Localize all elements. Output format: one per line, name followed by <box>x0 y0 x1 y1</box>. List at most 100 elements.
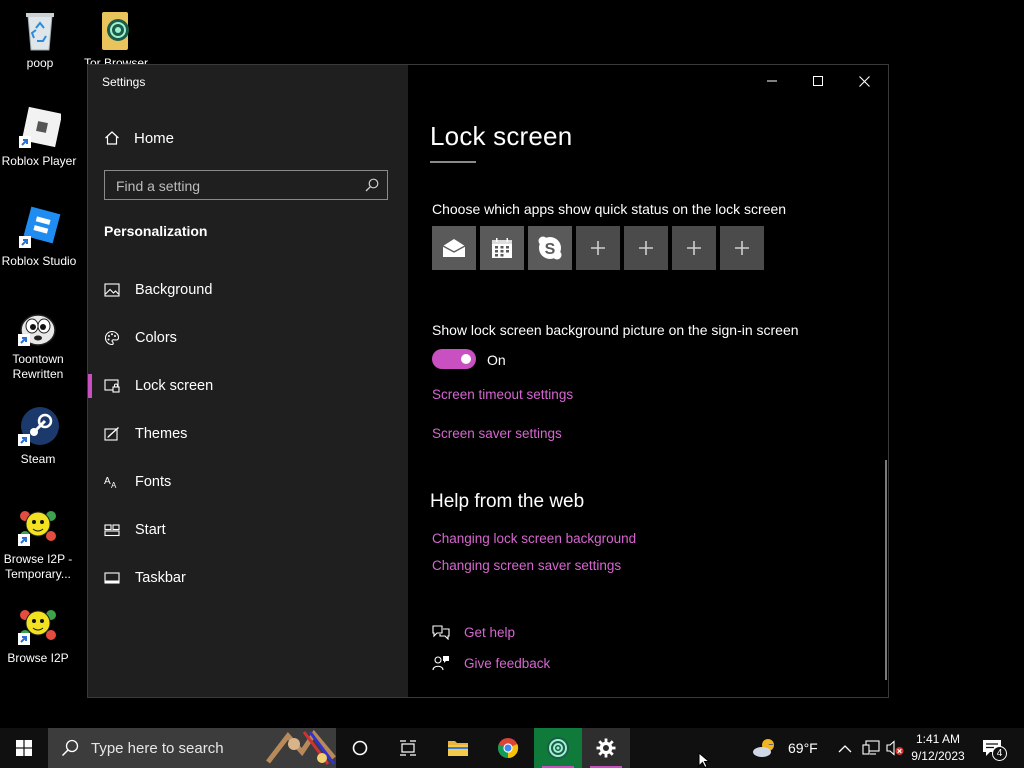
mail-icon <box>442 239 466 257</box>
taskbar-tor-browser[interactable] <box>534 728 582 768</box>
main-content: Lock screen Choose which apps show quick… <box>408 65 888 697</box>
plus-icon <box>687 241 701 255</box>
desktop-icon-steam[interactable]: Steam <box>0 404 78 467</box>
desktop-icon-roblox-studio[interactable]: Roblox Studio <box>0 206 79 269</box>
screen-timeout-link[interactable]: Screen timeout settings <box>432 387 573 402</box>
desktop-icon-tor-browser[interactable]: Tor Browser <box>76 8 156 64</box>
sidebar-item-start[interactable]: Start <box>88 506 408 554</box>
skype-icon: S <box>538 236 562 260</box>
svg-text:A: A <box>104 476 111 487</box>
home-icon <box>105 131 119 145</box>
settings-window: Settings Home Personalization Background… <box>88 65 888 697</box>
desktop-icon-browse-i2p-temporary[interactable]: Browse I2P - Temporary... <box>0 504 78 582</box>
svg-text:A: A <box>111 481 117 490</box>
give-feedback-link[interactable]: Give feedback <box>432 655 550 671</box>
taskbar: 69°F 1:41 AM 9/12/2023 4 <box>0 728 1024 768</box>
quick-status-tile-add[interactable] <box>720 226 764 270</box>
sidebar-item-label: Fonts <box>135 474 172 490</box>
taskbar-search-input[interactable] <box>89 738 263 758</box>
desktop-icon-label: Roblox Studio <box>1 254 77 268</box>
recycle-bin-icon <box>18 8 62 52</box>
tray-overflow-button[interactable] <box>838 741 852 759</box>
quick-status-tile-calendar[interactable] <box>480 226 524 270</box>
taskbar-file-explorer[interactable] <box>434 728 482 768</box>
desktop-icon-label: Browse I2P <box>7 651 69 665</box>
quick-status-tile-add[interactable] <box>672 226 716 270</box>
sidebar-item-label: Background <box>135 282 213 298</box>
screen-saver-link[interactable]: Screen saver settings <box>432 426 562 441</box>
nav-list: Background Colors Lock screen Themes AA … <box>88 266 408 602</box>
signin-background-label: Show lock screen background picture on t… <box>432 322 799 338</box>
desktop-icon-label: Browse I2P - Temporary... <box>3 552 73 581</box>
gear-icon <box>596 738 616 758</box>
palette-icon <box>104 330 120 346</box>
desktop-icon-label: Roblox Player <box>1 154 77 168</box>
windows-logo-icon <box>16 740 32 756</box>
settings-search[interactable] <box>104 170 388 201</box>
clock-date: 9/12/2023 <box>911 749 965 763</box>
plus-icon <box>591 241 605 255</box>
folder-icon <box>448 741 468 756</box>
plus-icon <box>735 241 749 255</box>
taskbar-chrome[interactable] <box>484 728 532 768</box>
nav-home[interactable]: Home <box>104 123 174 153</box>
taskbar-search[interactable] <box>48 728 336 768</box>
scrollbar[interactable] <box>885 460 887 680</box>
sidebar-item-lock-screen[interactable]: Lock screen <box>88 362 408 410</box>
picture-icon <box>104 283 120 297</box>
roblox-player-icon <box>17 106 63 150</box>
sidebar-item-label: Colors <box>135 330 177 346</box>
network-button[interactable] <box>862 740 880 761</box>
sidebar-item-taskbar[interactable]: Taskbar <box>88 554 408 602</box>
quick-status-tile-mail[interactable] <box>432 226 476 270</box>
cortana-button[interactable] <box>336 728 384 768</box>
help-link-screen-saver[interactable]: Changing screen saver settings <box>432 558 621 573</box>
search-input[interactable] <box>105 171 368 201</box>
chrome-icon <box>497 738 519 759</box>
network-icon <box>862 740 880 755</box>
task-view-button[interactable] <box>384 728 432 768</box>
get-help-icon <box>432 625 450 640</box>
get-help-label: Get help <box>464 624 516 640</box>
feedback-icon <box>432 656 449 671</box>
toggle-knob <box>461 354 471 364</box>
clock[interactable]: 1:41 AM 9/12/2023 <box>906 731 970 765</box>
chevron-up-icon <box>838 745 852 753</box>
quick-status-tile-add[interactable] <box>576 226 620 270</box>
sidebar-item-label: Start <box>135 522 166 538</box>
quick-status-label: Choose which apps show quick status on t… <box>432 201 787 217</box>
weather-widget[interactable]: 69°F <box>752 728 822 768</box>
desktop-icon-browse-i2p[interactable]: Browse I2P <box>0 603 78 666</box>
desktop-icon-roblox-player[interactable]: Roblox Player <box>0 106 79 169</box>
sidebar-item-fonts[interactable]: AA Fonts <box>88 458 408 506</box>
quick-status-tile-skype[interactable]: S <box>528 226 572 270</box>
action-center-button[interactable]: 4 <box>982 738 1007 761</box>
tor-browser-icon <box>94 8 138 52</box>
task-view-icon <box>400 740 416 756</box>
window-title: Settings <box>102 75 146 89</box>
get-help-link[interactable]: Get help <box>432 624 515 640</box>
sidebar: Settings Home Personalization Background… <box>88 65 408 697</box>
desktop-icon-recycle-bin[interactable]: poop <box>0 8 80 71</box>
signin-background-toggle[interactable] <box>432 349 476 369</box>
search-icon[interactable] <box>365 178 379 192</box>
mouse-cursor-icon <box>698 752 711 768</box>
desktop-icon-label: Toontown Rewritten <box>12 352 64 381</box>
desktop-icon-toontown[interactable]: Toontown Rewritten <box>0 304 78 382</box>
quick-status-tile-add[interactable] <box>624 226 668 270</box>
help-link-lock-screen-background[interactable]: Changing lock screen background <box>432 531 636 546</box>
taskbar-settings[interactable] <box>582 728 630 768</box>
volume-button[interactable] <box>886 740 904 761</box>
sidebar-item-colors[interactable]: Colors <box>88 314 408 362</box>
title-underline <box>430 161 476 163</box>
sidebar-item-themes[interactable]: Themes <box>88 410 408 458</box>
give-feedback-label: Give feedback <box>464 655 551 671</box>
steam-icon <box>16 404 60 448</box>
nav-home-label: Home <box>134 129 175 147</box>
desktop-icon-label: Tor Browser <box>83 56 148 64</box>
search-highlight-icon <box>266 729 336 765</box>
page-title: Lock screen <box>430 121 573 151</box>
sidebar-item-background[interactable]: Background <box>88 266 408 314</box>
taskbar-icon <box>104 572 120 584</box>
start-button[interactable] <box>0 728 48 768</box>
